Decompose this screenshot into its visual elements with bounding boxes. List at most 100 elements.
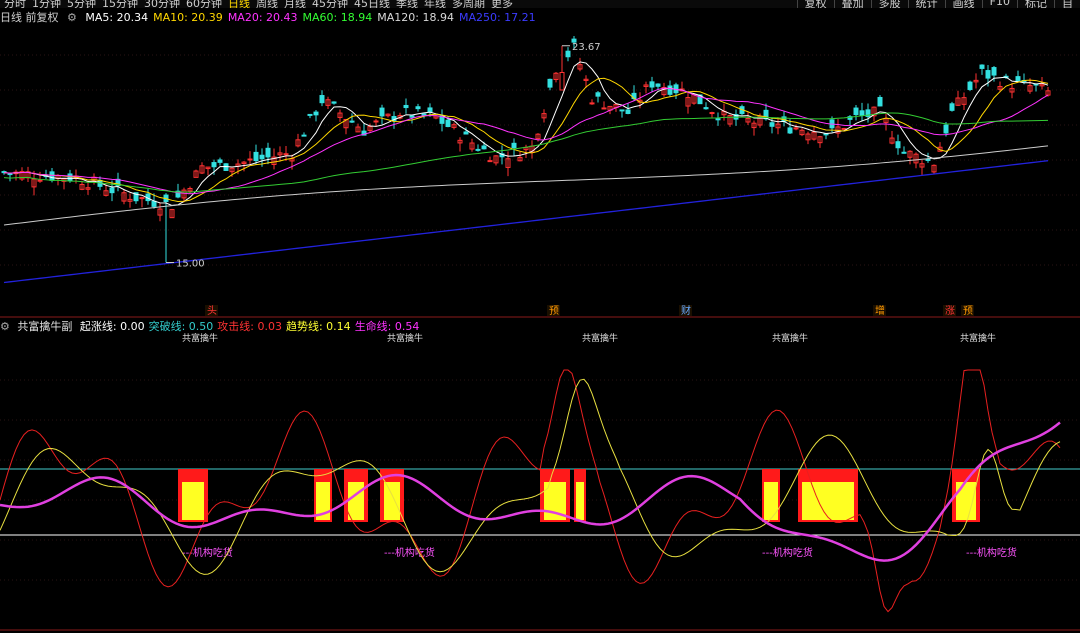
- candle-body: [595, 92, 601, 97]
- candle-body: [841, 127, 847, 130]
- candle-body: [49, 171, 55, 181]
- candle-body: [415, 106, 421, 110]
- candle-body: [625, 109, 631, 114]
- candle-body: [703, 107, 709, 110]
- candle-body: [877, 96, 883, 107]
- candle-body: [67, 173, 73, 182]
- candle-body: [649, 81, 655, 88]
- candle-body: [259, 154, 265, 160]
- candle-body: [7, 173, 13, 176]
- candle-body: [619, 109, 625, 112]
- candle-body: [709, 112, 715, 115]
- candle-body: [313, 111, 319, 116]
- candle-body: [319, 95, 325, 104]
- candle-body: [37, 179, 43, 182]
- candle-body: [109, 187, 115, 194]
- indicator-legend-item: 攻击线: 0.03: [217, 320, 282, 333]
- trend-line: [0, 378, 1061, 575]
- candle-body: [991, 67, 997, 76]
- candle-body: [481, 145, 487, 150]
- candle-body: [373, 120, 379, 123]
- ma250-line: [3, 160, 1049, 284]
- candle-body: [925, 158, 931, 161]
- indicator-name: 共富擒牛副: [17, 320, 73, 333]
- event-marker: 财: [681, 304, 691, 317]
- candle-body: [1015, 76, 1021, 82]
- kline-chart: 23.6715.00头预财增涨预共富擒牛 共富擒牛 共富擒牛 共富擒牛 共富擒牛---机…: [0, 35, 1080, 631]
- candle-body: [409, 115, 415, 118]
- candle-body: [787, 127, 793, 134]
- candle-body: [487, 160, 493, 163]
- signal-box-yellow: [384, 482, 400, 520]
- candle-body: [379, 107, 385, 117]
- candle-body: [967, 81, 973, 90]
- attack-line: [0, 369, 1061, 613]
- candle-body: [265, 147, 271, 158]
- indicator-legend: ⚙ 共富擒牛副 起涨线: 0.00 突破线: 0.50 攻击线: 0.03 趋势线: …: [0, 318, 423, 333]
- candle-body: [601, 107, 607, 110]
- indicator-settings-icon[interactable]: ⚙: [0, 320, 10, 333]
- indicator-legend-item: 趋势线: 0.14: [285, 320, 351, 333]
- candle-body: [403, 104, 409, 109]
- ma5-line: [3, 61, 1049, 206]
- candle-body: [565, 50, 571, 58]
- candle-body: [253, 151, 259, 162]
- candle-body: [511, 142, 517, 149]
- candle-body: [247, 158, 253, 161]
- low-price-label: 15.00: [176, 259, 205, 270]
- signal-label: 共富擒牛: [960, 332, 996, 344]
- candle-body: [559, 72, 565, 91]
- candle-body: [949, 103, 955, 111]
- candle-body: [349, 120, 355, 123]
- signal-box-yellow: [764, 482, 778, 520]
- event-marker: 预: [963, 305, 973, 317]
- indicator-legend-item: 起涨线: 0.00: [79, 320, 145, 333]
- signal-label: 共富擒牛: [182, 332, 218, 344]
- candle-body: [301, 134, 307, 137]
- signal-box-yellow: [802, 482, 854, 520]
- candle-body: [217, 159, 223, 163]
- ma10-line: [3, 77, 1049, 202]
- candle-body: [151, 200, 157, 207]
- signal-label: 共富擒牛: [772, 332, 808, 344]
- candle-body: [943, 124, 949, 134]
- zone-label: ---机构吃货: [966, 546, 1017, 559]
- candle-body: [211, 162, 217, 168]
- candle-body: [475, 148, 481, 151]
- candle-body: [463, 131, 469, 135]
- candle-body: [331, 101, 337, 104]
- candle-body: [223, 163, 229, 171]
- candle-body: [445, 119, 451, 128]
- candle-body: [421, 113, 427, 116]
- candle-body: [427, 107, 433, 113]
- event-marker: 头: [207, 305, 217, 317]
- candle-body: [655, 83, 661, 87]
- candle-body: [979, 64, 985, 69]
- high-price-label: 23.67: [572, 42, 601, 53]
- candle-body: [823, 133, 829, 136]
- indicator-legend-item: 突破线: 0.50: [148, 320, 214, 333]
- candle-body: [589, 102, 595, 105]
- candle-body: [283, 153, 289, 156]
- event-marker: 预: [549, 305, 559, 317]
- signal-box-yellow: [576, 482, 584, 520]
- candle-body: [307, 113, 313, 116]
- candle-body: [547, 78, 553, 88]
- event-marker: 涨: [945, 305, 955, 317]
- signal-label: 共富擒牛: [582, 332, 618, 344]
- signal-label: 共富擒牛: [387, 332, 423, 344]
- ma20-line: [3, 87, 1049, 195]
- candle-body: [667, 85, 673, 95]
- candle-body: [985, 70, 991, 79]
- candle-body: [853, 107, 859, 116]
- signal-box-yellow: [348, 482, 364, 520]
- zone-label: ---机构吃货: [384, 546, 435, 559]
- candle-body: [715, 118, 721, 121]
- candle-body: [859, 110, 865, 116]
- candle-body: [901, 151, 907, 154]
- zone-label: ---机构吃货: [762, 546, 813, 559]
- indicator-legend-item: 生命线: 0.54: [354, 320, 420, 333]
- candle-body: [895, 141, 901, 149]
- signal-box-yellow: [182, 482, 204, 520]
- candle-body: [769, 122, 775, 127]
